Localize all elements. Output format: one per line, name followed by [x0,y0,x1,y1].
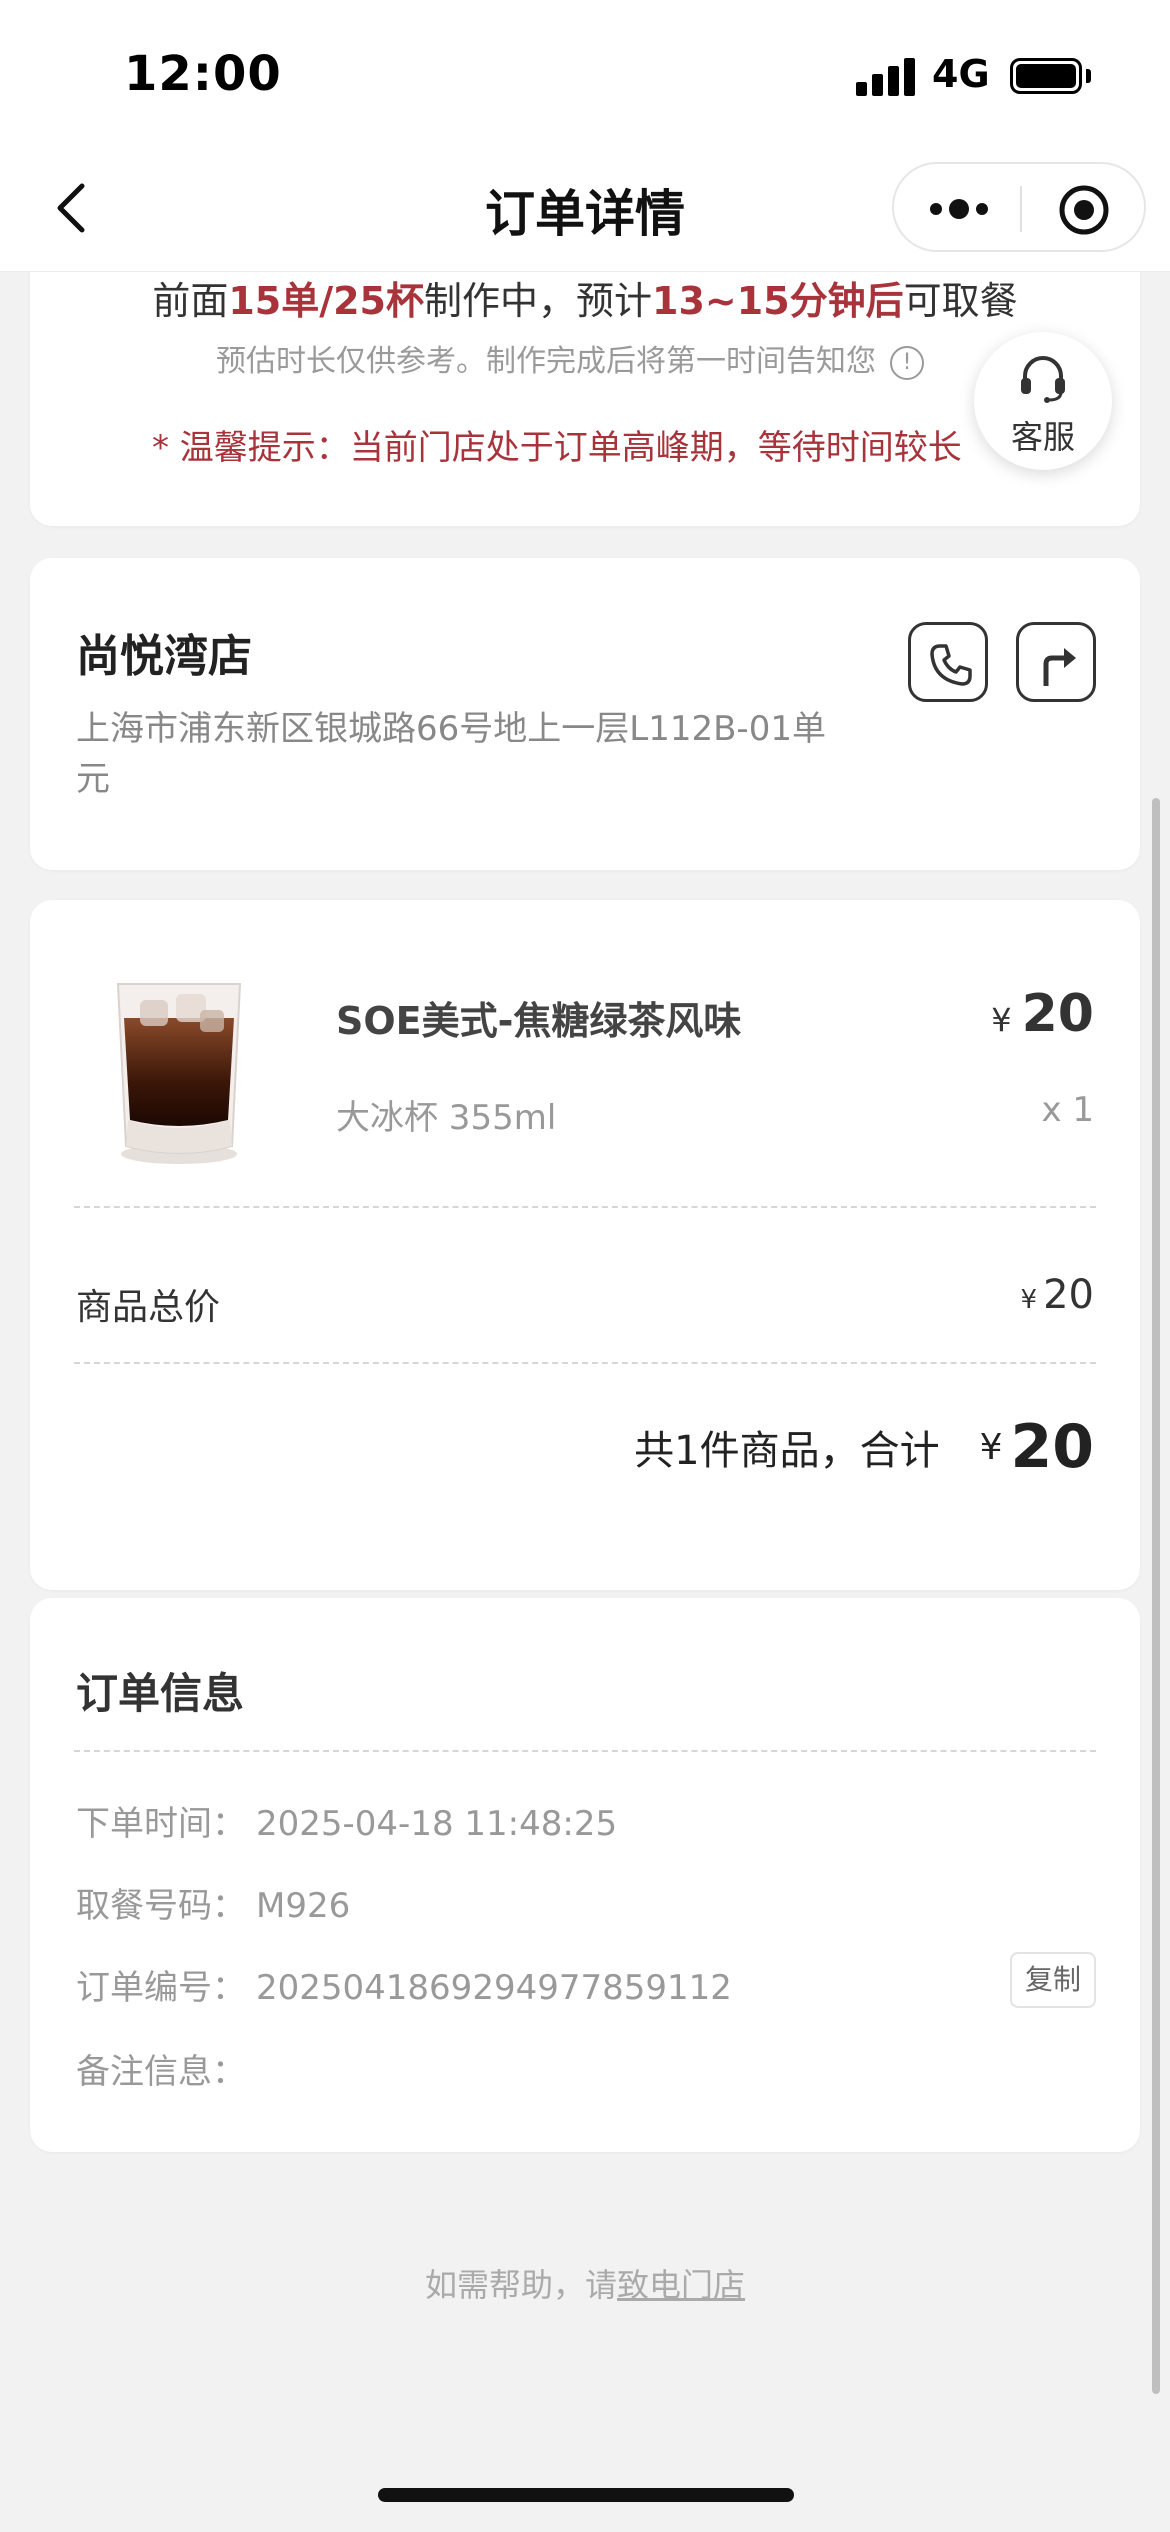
copy-button[interactable]: 复制 [1010,1952,1096,2008]
network-label: 4G [932,52,990,96]
divider [74,1362,1096,1364]
store-address: 上海市浦东新区银城路66号地上一层L112B-01单元 [76,709,826,799]
battery-nub [1086,69,1091,83]
battery-icon [1010,58,1082,94]
queue-status: 前面15单/25杯制作中，预计13~15分钟后可取餐 [30,272,1140,325]
order-time-label: 下单时间： [76,1804,246,1844]
divider [74,1750,1096,1752]
price-value: 20 [1021,984,1094,1044]
order-total: 共1件商品，合计 ¥20 [634,1412,1094,1482]
currency-symbol: ¥ [991,1001,1012,1039]
queue-prefix: 前面 [152,279,229,323]
headset-icon [1021,356,1065,403]
remark-row: 备注信息： [76,2044,246,2093]
total-amount: 20 [1010,1412,1095,1482]
more-icon[interactable] [928,190,990,228]
customer-service-label: 客服 [1010,418,1075,456]
store-name: 尚悦湾店 [76,631,252,682]
estimate-note: 预估时长仅供参考。制作完成后将第一时间告知您! [30,336,1110,380]
estimate-note-text: 预估时长仅供参考。制作完成后将第一时间告知您 [216,344,876,379]
help-prefix: 如需帮助，请 [424,2266,617,2304]
product-image [104,970,254,1170]
phone-icon [930,644,972,686]
status-bar: 12:00 4G [0,0,1170,150]
pickup-code-label: 取餐号码： [76,1886,246,1926]
close-target-icon[interactable] [1058,184,1110,236]
content-area[interactable]: 前面15单/25杯制作中，预计13~15分钟后可取餐 预估时长仅供参考。制作完成… [0,272,1170,2532]
order-number-label: 订单编号： [76,1968,246,2008]
pickup-code-value: M926 [256,1886,351,1926]
order-info-title: 订单信息 [76,1669,245,1718]
call-store-link[interactable]: 致电门店 [617,2266,745,2304]
info-icon[interactable]: ! [890,345,924,380]
divider [74,1206,1096,1208]
product-spec: 大冰杯 355ml [336,1098,557,1138]
total-label: 共1件商品，合计 [634,1428,940,1474]
mini-program-capsule [892,162,1146,252]
order-card: SOE美式-焦糖绿茶风味 大冰杯 355ml ¥20 x 1 商品总价 ¥20 … [30,900,1140,1590]
remark-label: 备注信息： [76,2052,246,2092]
help-line: 如需帮助，请致电门店 [0,2260,1170,2306]
product-name: SOE美式-焦糖绿茶风味 [336,999,742,1043]
pickup-code-row: 取餐号码： M926 [76,1878,350,1927]
order-number-value: 20250418692949778591‍12 [256,1968,732,2008]
capsule-divider [1020,186,1022,232]
queue-count: 15单/25杯 [228,279,425,323]
warm-tip: * 温馨提示：当前门店处于订单高峰期，等待时间较长 [152,428,962,468]
currency-symbol: ¥ [979,1426,1003,1468]
queue-mid: 制作中，预计 [424,279,653,323]
subtotal-label: 商品总价 [76,1287,221,1328]
order-info-card: 订单信息 下单时间： 2025-04-18 11:48:25 取餐号码： M926 … [30,1598,1140,2152]
signal-icon [856,56,918,96]
order-time-value: 2025-04-18 11:48:25 [256,1804,618,1844]
queue-time: 13~15分钟后 [652,279,904,323]
queue-suffix: 可取餐 [903,279,1018,323]
currency-symbol: ¥ [1020,1285,1038,1315]
subtotal-amount: 20 [1043,1272,1094,1318]
nav-bar: 订单详情 [0,150,1170,272]
directions-icon [1043,648,1076,686]
product-quantity: x 1 [1041,1090,1094,1130]
subtotal-value: ¥20 [1021,1272,1094,1318]
navigate-button[interactable] [1016,622,1096,702]
home-indicator[interactable] [378,2488,794,2502]
customer-service-button[interactable]: 客服 [974,332,1112,470]
order-time-row: 下单时间： 2025-04-18 11:48:25 [76,1796,617,1845]
call-store-button[interactable] [908,622,988,702]
order-number-row: 订单编号： 20250418692949778591‍12 [76,1960,732,2009]
product-price: ¥20 [991,984,1094,1044]
store-card: 尚悦湾店 上海市浦东新区银城路66号地上一层L112B-01单元 [30,558,1140,870]
scrollbar[interactable] [1152,798,1160,2394]
status-time: 12:00 [124,46,282,102]
